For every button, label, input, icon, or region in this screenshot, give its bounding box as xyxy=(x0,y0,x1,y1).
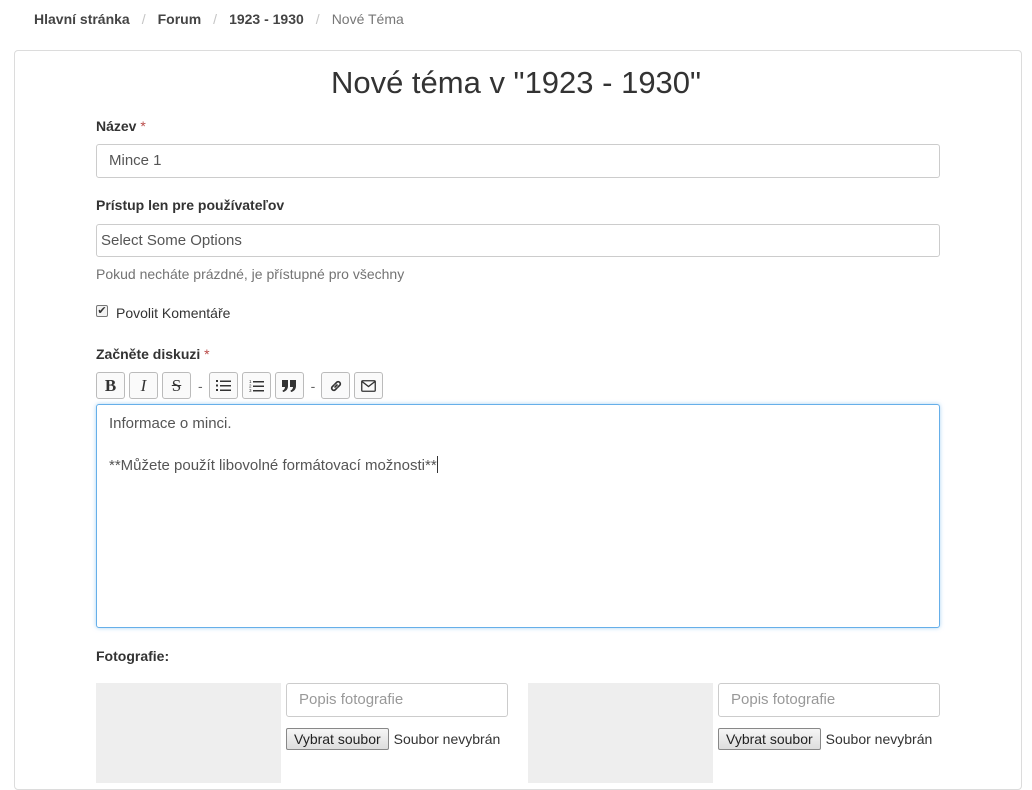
photos-label: Fotografie: xyxy=(96,648,170,664)
strikethrough-button[interactable]: S xyxy=(162,372,191,399)
email-icon xyxy=(361,379,377,392)
svg-text:3: 3 xyxy=(249,388,252,393)
link-button[interactable] xyxy=(321,372,351,399)
file-upload-row: Vybrat soubor Soubor nevybrán xyxy=(286,728,500,750)
photo-preview xyxy=(96,683,281,783)
file-status: Soubor nevybrán xyxy=(393,731,501,747)
allow-comments-row: ✔ Povolit Komentáře xyxy=(96,305,230,321)
editor-line: **Můžete použít libovolné formátovací mo… xyxy=(109,456,438,474)
strikethrough-icon: S xyxy=(171,375,182,395)
italic-button[interactable]: I xyxy=(129,372,158,399)
allow-comments-label[interactable]: Povolit Komentáře xyxy=(116,305,230,321)
numbered-list-icon: 1 2 3 xyxy=(249,379,264,393)
breadcrumb: Hlavní stránka / Forum / 1923 - 1930 / N… xyxy=(34,9,404,29)
photo-description-input[interactable]: Popis fotografie xyxy=(286,683,508,717)
breadcrumb-separator: / xyxy=(213,11,218,27)
numbered-list-button[interactable]: 1 2 3 xyxy=(241,372,271,399)
discussion-label: Začněte diskuzi * xyxy=(96,346,210,362)
toolbar-separator: - xyxy=(310,377,316,394)
italic-icon: I xyxy=(140,375,147,395)
bullet-list-icon xyxy=(215,380,231,391)
page-title: Nové téma v "1923 - 1930" xyxy=(330,65,702,100)
bold-button[interactable]: B xyxy=(96,372,125,399)
quote-icon xyxy=(282,379,297,392)
access-label: Prístup len pre používateľov xyxy=(96,197,285,213)
discussion-textarea[interactable]: Informace o minci. **Můžete použít libov… xyxy=(96,404,940,628)
allow-comments-checkbox[interactable]: ✔ xyxy=(96,305,108,317)
editor-line: Informace o minci. xyxy=(109,415,232,432)
required-mark: * xyxy=(140,118,146,134)
file-status: Soubor nevybrán xyxy=(825,731,933,747)
bold-icon: B xyxy=(104,375,117,395)
access-multiselect[interactable]: Select Some Options xyxy=(96,224,940,257)
breadcrumb-forum[interactable]: Forum xyxy=(158,11,202,27)
access-help-text: Pokud necháte prázdné, je přístupné pro … xyxy=(96,266,405,282)
bullet-list-button[interactable] xyxy=(208,372,238,399)
breadcrumb-separator: / xyxy=(141,11,146,27)
quote-button[interactable] xyxy=(274,372,304,399)
name-label: Název * xyxy=(96,118,146,134)
toolbar-separator: - xyxy=(198,377,203,394)
breadcrumb-separator: / xyxy=(315,11,320,27)
editor-toolbar: B I S - 1 2 3 - xyxy=(96,372,387,399)
choose-file-button[interactable]: Vybrat soubor xyxy=(718,728,821,750)
photo-description-input[interactable]: Popis fotografie xyxy=(718,683,940,717)
photo-preview xyxy=(528,683,713,783)
link-icon xyxy=(330,380,341,391)
breadcrumb-category[interactable]: 1923 - 1930 xyxy=(229,11,304,27)
breadcrumb-home[interactable]: Hlavní stránka xyxy=(34,11,130,27)
breadcrumb-current: Nové Téma xyxy=(331,11,404,27)
email-button[interactable] xyxy=(354,372,384,399)
text-caret xyxy=(436,456,438,473)
choose-file-button[interactable]: Vybrat soubor xyxy=(286,728,389,750)
name-input[interactable]: Mince 1 xyxy=(96,144,940,178)
required-mark: * xyxy=(204,346,210,362)
file-upload-row: Vybrat soubor Soubor nevybrán xyxy=(718,728,932,750)
